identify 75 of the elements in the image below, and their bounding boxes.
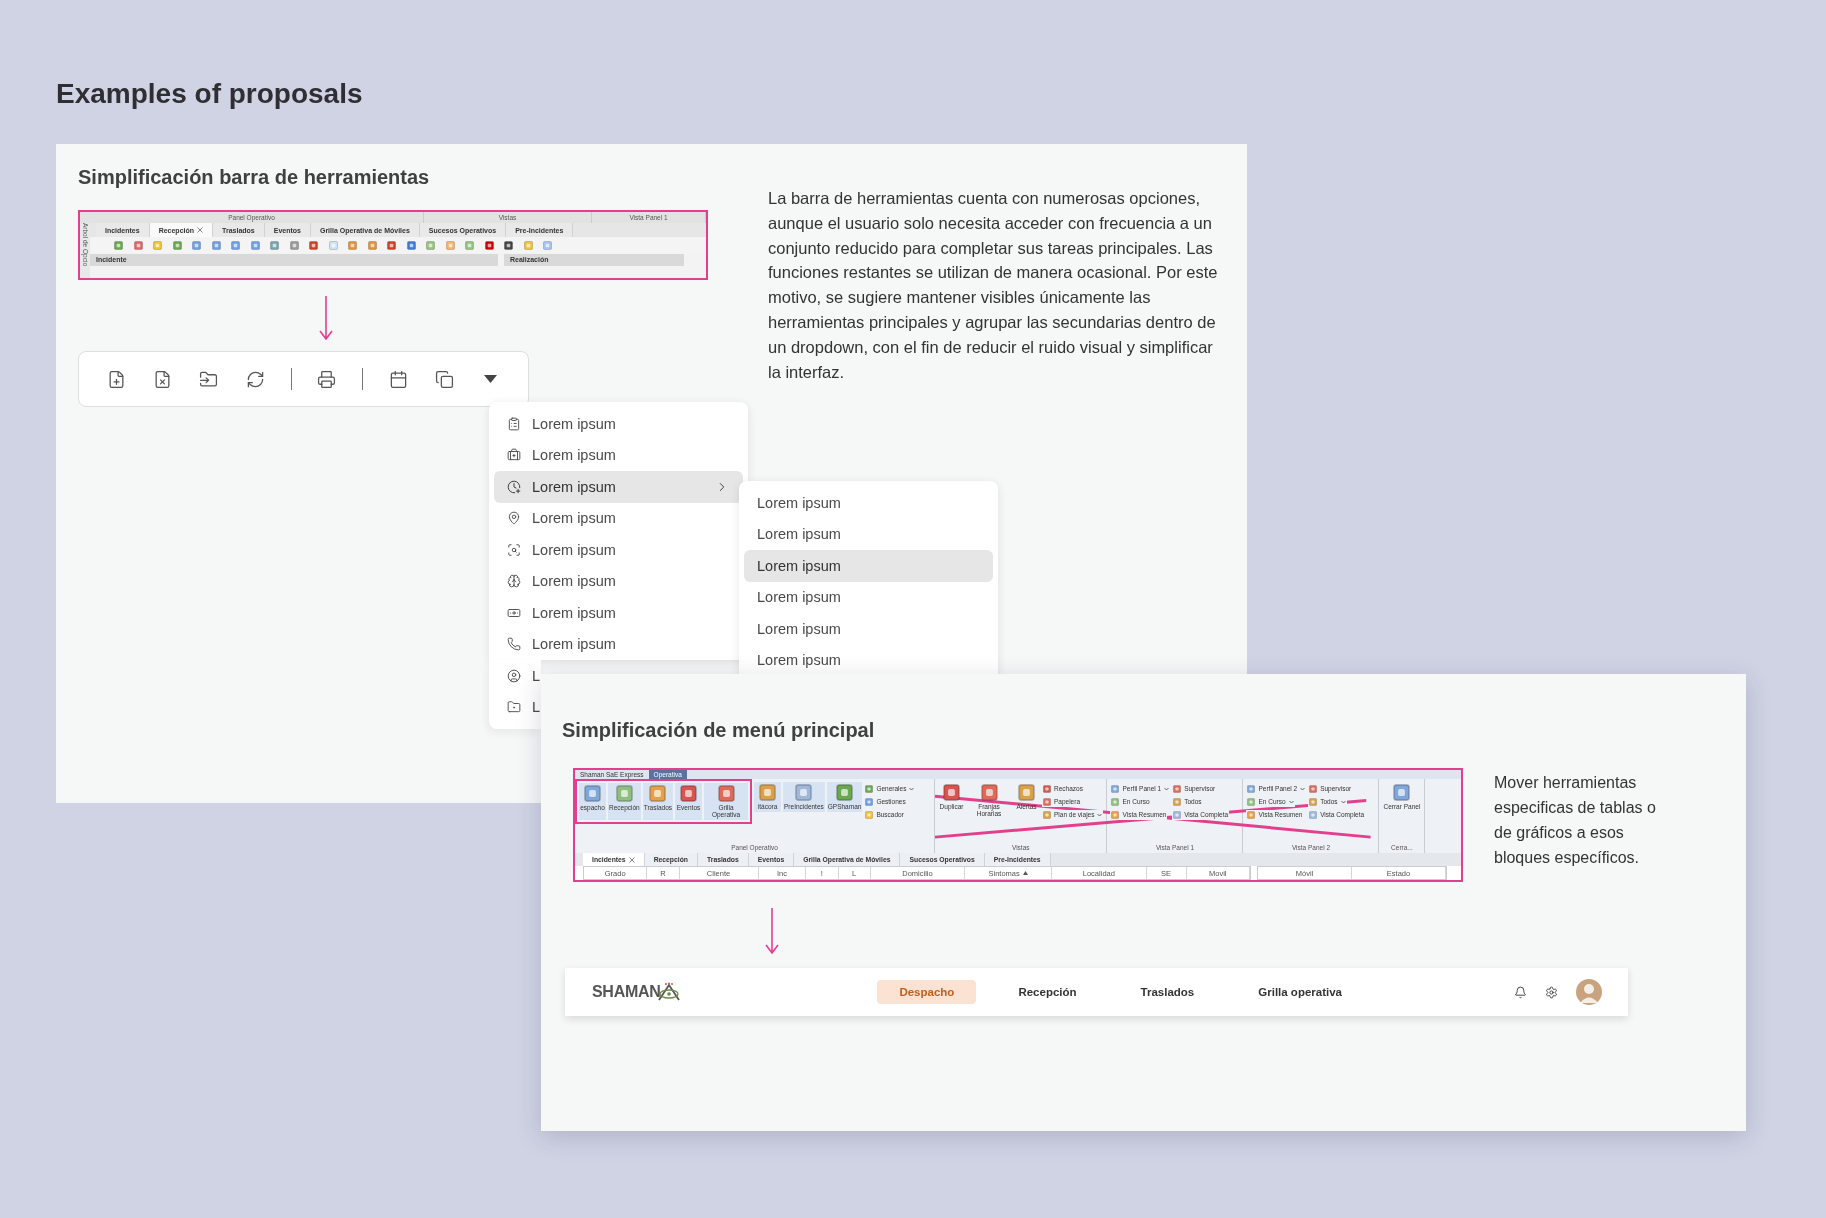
description: La barra de herramientas cuenta con numerosas opciones, aunque el usuario solo necesita acceder con frecuencia a un conjunto reducido para completar sus tareas principales. Las funciones restantes se utilizan de manera ocasional. Por este motivo, se sugiere mantener visibles únicamente las herramientas principales y agrupar las secundarias dentro de un dropdown, con el fin de reducir el ruido visual y simplificar la interfaz. — [768, 188, 1219, 383]
user-icon — [507, 668, 521, 683]
ribbon-icon[interactable] — [1309, 785, 1318, 793]
down-arrow — [319, 296, 333, 340]
copy-icon — [434, 369, 454, 389]
tool-icon[interactable] — [387, 240, 396, 250]
ribbon-icon[interactable] — [649, 785, 667, 802]
chevron-icon — [1288, 800, 1294, 804]
chevron-icon — [1340, 800, 1346, 804]
ribbon-icon[interactable] — [1247, 798, 1256, 806]
ribbon-icon[interactable] — [1111, 811, 1120, 819]
ribbon-icon[interactable] — [836, 784, 854, 801]
sort-icon — [1022, 871, 1028, 875]
settings-icon — [1545, 985, 1558, 999]
card-title: Simplificación barra de herramientas — [78, 166, 430, 189]
clock-icon — [507, 479, 521, 494]
folder-icon — [507, 700, 521, 715]
ribbon-icon[interactable] — [1043, 798, 1051, 806]
nav-tab[interactable]: Grilla operativa — [1236, 980, 1364, 1004]
page-title: Examples of proposals — [56, 78, 363, 110]
calendar-icon — [388, 369, 408, 389]
card-title: Simplificación de menú principal — [562, 719, 875, 742]
tool-icon[interactable] — [406, 240, 416, 250]
ribbon-icon[interactable] — [980, 784, 998, 801]
tool-icon[interactable] — [504, 240, 513, 250]
brain-icon — [507, 574, 521, 589]
nav-tab[interactable]: Despacho — [877, 980, 977, 1004]
menu-item[interactable]: L — [494, 660, 541, 692]
close-icon[interactable] — [628, 856, 635, 863]
tool-icon[interactable] — [309, 240, 318, 250]
caret-icon — [484, 375, 498, 383]
chevron-icon — [1300, 787, 1306, 791]
ribbon-icon[interactable] — [943, 784, 960, 801]
phone-icon — [507, 637, 521, 652]
ribbon-icon[interactable] — [795, 784, 813, 801]
note: Mover herramientas especificas de tablas o de gráficos a esos bloques específicos. — [1494, 773, 1657, 868]
chevron-icon — [1164, 787, 1170, 791]
ribbon-icon[interactable] — [1111, 785, 1120, 793]
ribbon-icon[interactable] — [1043, 785, 1051, 793]
close-icon[interactable] — [197, 227, 204, 233]
folder-icon — [199, 369, 219, 389]
refresh-icon — [245, 369, 265, 389]
ribbon-icon[interactable] — [1393, 784, 1411, 801]
notifications-button[interactable] — [1514, 985, 1527, 999]
ribbon-icon[interactable] — [1247, 785, 1256, 793]
bell-icon — [1514, 985, 1527, 999]
menu-item[interactable]: Lorem ipsum — [744, 550, 993, 582]
settings-button[interactable] — [1545, 985, 1558, 999]
tool-icon[interactable] — [484, 240, 494, 250]
nav-tab[interactable]: Recepción — [996, 980, 1099, 1004]
ribbon-icon[interactable] — [680, 785, 698, 802]
ribbon-icon[interactable] — [1247, 811, 1256, 819]
down-arrow — [765, 908, 779, 954]
ribbon-icon[interactable] — [717, 785, 735, 802]
ribbon-icon[interactable] — [584, 785, 601, 802]
ribbon-icon[interactable] — [1309, 798, 1318, 806]
map-pin-icon — [507, 511, 521, 526]
avatar[interactable] — [1576, 979, 1602, 1005]
logo: SHAMAN — [592, 983, 661, 1001]
printer-icon — [317, 369, 337, 389]
ribbon-icon[interactable] — [865, 798, 874, 806]
nav-tab[interactable]: Traslados — [1118, 980, 1217, 1004]
scan-icon — [507, 542, 521, 557]
clipboard-icon — [507, 416, 521, 431]
ribbon-icon[interactable] — [865, 785, 874, 793]
ribbon-icon[interactable] — [759, 784, 777, 801]
ribbon-icon[interactable] — [1111, 798, 1120, 806]
chevron-icon — [909, 787, 915, 791]
ribbon-icon[interactable] — [1173, 798, 1182, 806]
ribbon-icon[interactable] — [1173, 785, 1182, 793]
ribbon-icon[interactable] — [1018, 784, 1035, 801]
chevron-icon — [1097, 813, 1103, 817]
menu-item[interactable]: Lorem ipsum — [494, 471, 743, 503]
briefcase-icon — [507, 448, 521, 463]
ribbon-icon[interactable] — [615, 785, 633, 802]
